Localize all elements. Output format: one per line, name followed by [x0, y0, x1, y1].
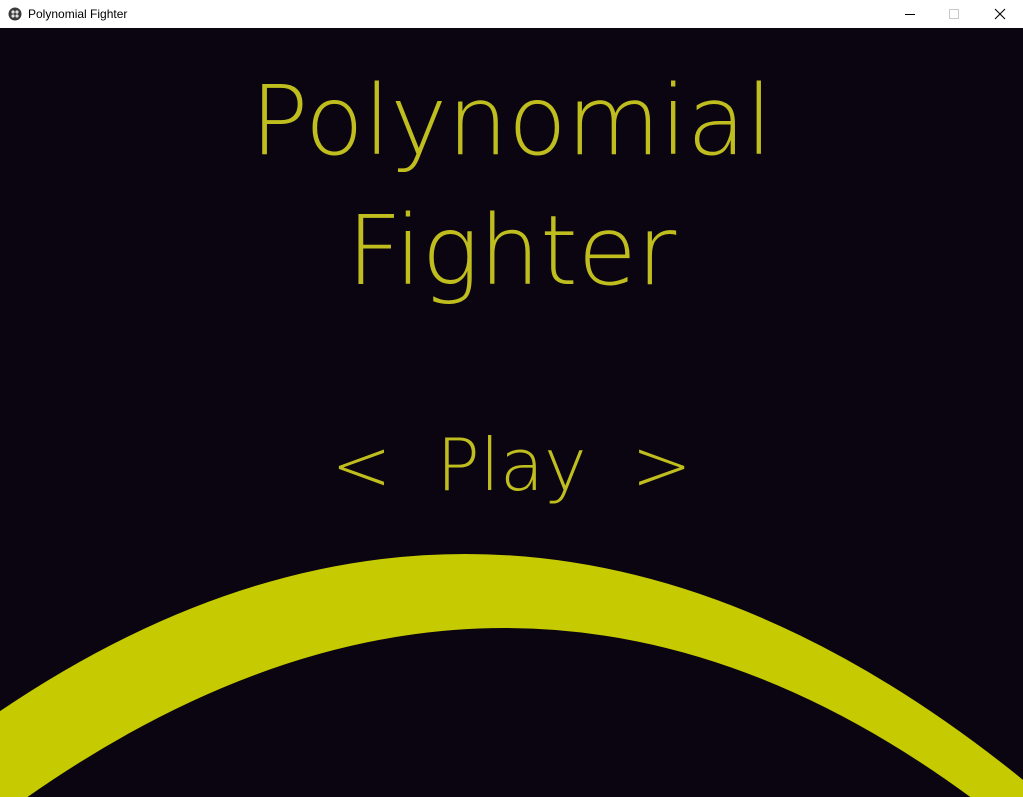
menu-right-arrow[interactable]: > [631, 420, 691, 510]
game-title-line1: Polynomial [250, 65, 773, 177]
game-title-line2: Fighter [346, 195, 677, 307]
menu-left-arrow[interactable]: < [331, 420, 391, 510]
maximize-button[interactable] [931, 0, 977, 28]
menu-selected-item[interactable]: Play [436, 420, 586, 510]
window-titlebar[interactable]: Polynomial Fighter [0, 0, 1023, 28]
close-button[interactable] [977, 0, 1023, 28]
menu-play-option[interactable]: < Play > [0, 420, 1023, 510]
game-canvas[interactable]: Polynomial Fighter < Play > [0, 28, 1023, 797]
app-window: Polynomial Fighter Polynomial Fighter < … [0, 0, 1023, 797]
minimize-icon [905, 14, 915, 15]
window-title: Polynomial Fighter [28, 7, 128, 21]
app-icon [8, 7, 22, 21]
game-title: Polynomial Fighter [0, 56, 1023, 316]
maximize-icon [949, 9, 959, 19]
close-icon [994, 8, 1006, 20]
minimize-button[interactable] [887, 0, 933, 28]
